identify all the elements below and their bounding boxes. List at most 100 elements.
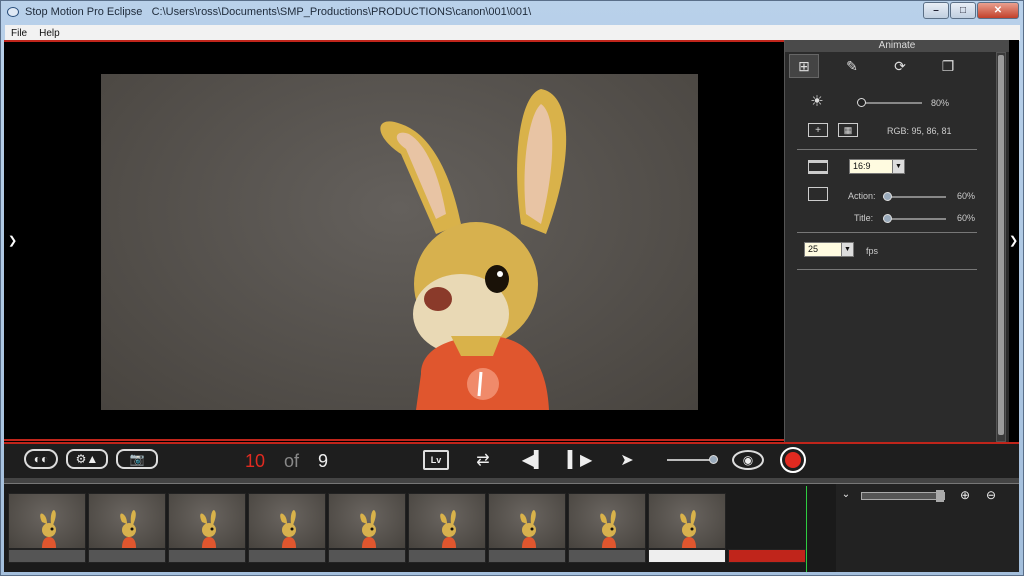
bunny-thumbnail-image	[120, 510, 136, 548]
grid-icon[interactable]: ▦	[838, 123, 858, 137]
title-bar: Stop Motion Pro Eclipse C:\Users\ross\Do…	[1, 1, 1023, 23]
letterbox-icon[interactable]	[808, 160, 828, 174]
toggle-swap-icon[interactable]: ⇄	[472, 450, 494, 470]
frame-thumbnail[interactable]	[328, 493, 406, 549]
frame-strip-cell[interactable]	[328, 549, 406, 563]
frame-current: 10	[245, 451, 266, 471]
fps-value: 25	[808, 244, 819, 254]
frame-strip-cell[interactable]	[648, 549, 726, 563]
menu-bar: File Help	[5, 25, 1020, 41]
left-collapse-arrow-icon[interactable]: ❯	[8, 234, 17, 247]
bunny-thumbnail-image	[520, 510, 536, 548]
top-red-line	[4, 40, 784, 42]
panel-divider-3	[797, 269, 977, 270]
app-icon[interactable]	[7, 7, 19, 17]
minimize-button[interactable]: –	[923, 2, 949, 19]
frame-strip-cell[interactable]	[8, 549, 86, 563]
menu-help[interactable]: Help	[33, 28, 66, 39]
step-forward-icon[interactable]: ▍▶	[568, 450, 593, 470]
frame-thumbnail[interactable]	[168, 493, 246, 549]
bunny-thumbnail-image	[680, 510, 696, 548]
live-view-image	[101, 74, 698, 410]
color-picker-icon[interactable]: +	[808, 123, 828, 137]
safe-area-icon[interactable]	[808, 187, 828, 201]
brightness-icon[interactable]: ☀	[808, 92, 826, 110]
preview-eye-icon[interactable]: ◉	[732, 450, 764, 470]
frame-strip-cell[interactable]	[168, 549, 246, 563]
step-back-icon[interactable]: ◀▍	[522, 450, 547, 470]
zoom-slider-thumb[interactable]	[936, 490, 944, 502]
live-view-button[interactable]: Lv	[423, 450, 449, 470]
frame-total: 9	[318, 451, 329, 471]
panel-title: Animate	[785, 40, 1009, 52]
maximize-button[interactable]: □	[950, 2, 976, 19]
brightness-slider[interactable]	[860, 102, 922, 104]
overlay-image-icon[interactable]: ⚙▲	[66, 449, 108, 469]
zoom-out-icon[interactable]: ⊖	[984, 488, 998, 502]
record-icon	[785, 452, 801, 468]
playback-speed-knob[interactable]	[709, 455, 718, 464]
frame-thumbnail[interactable]	[88, 493, 166, 549]
action-slider[interactable]	[883, 196, 946, 198]
frame-strip-cell[interactable]	[408, 549, 486, 563]
aspect-ratio-select[interactable]: 16:9 ▼	[849, 159, 905, 174]
frame-of-label: of	[284, 451, 300, 471]
zoom-slider[interactable]	[861, 492, 945, 500]
playhead-marker[interactable]	[806, 486, 807, 572]
action-value: 60%	[957, 191, 976, 201]
window-title: Stop Motion Pro Eclipse C:\Users\ross\Do…	[25, 6, 531, 18]
playback-speed-slider[interactable]	[667, 459, 713, 461]
right-collapse-arrow-icon[interactable]: ❯	[1009, 234, 1018, 247]
frame-strip-cell[interactable]	[568, 549, 646, 563]
title-slider-knob[interactable]	[883, 214, 892, 223]
frame-strip-cell[interactable]	[88, 549, 166, 563]
tab-clipboard-icon[interactable]: ❐	[933, 54, 963, 78]
bunny-puppet-image	[380, 89, 567, 410]
chevron-down-icon: ▼	[841, 243, 853, 256]
record-position-marker	[728, 549, 806, 563]
tab-brush-icon[interactable]: ✎	[837, 54, 867, 78]
frame-thumbnail[interactable]	[8, 493, 86, 549]
action-slider-knob[interactable]	[883, 192, 892, 201]
chevron-down-icon[interactable]: ⌄	[840, 488, 852, 500]
bunny-thumbnail-image	[40, 510, 56, 548]
play-cursor-icon[interactable]: ➤	[616, 450, 638, 470]
tab-refresh-icon[interactable]: ⟳	[885, 54, 915, 78]
frame-strip-cell[interactable]	[248, 549, 326, 563]
bunny-thumbnail-image	[280, 510, 296, 548]
title-value: 60%	[957, 213, 976, 223]
aspect-ratio-value: 16:9	[853, 161, 871, 171]
scrollbar-thumb[interactable]	[998, 55, 1004, 435]
record-button[interactable]	[780, 447, 806, 473]
panel-tabs: ⊞ ✎ ⟳ ❐	[789, 54, 963, 78]
bunny-thumbnail-image	[360, 510, 376, 548]
fps-select[interactable]: 25 ▼	[804, 242, 854, 257]
brightness-slider-knob[interactable]	[857, 98, 866, 107]
menu-file[interactable]: File	[5, 28, 33, 39]
bunny-thumbnail-image	[440, 510, 456, 548]
camera-settings-icon[interactable]: 📷	[116, 449, 158, 469]
onion-skin-icon[interactable]: ◐◐	[24, 449, 58, 469]
window-buttons: – □ ✕	[922, 2, 1019, 19]
panel-divider-1	[797, 149, 977, 150]
tab-add-frame-icon[interactable]: ⊞	[789, 54, 819, 78]
close-button[interactable]: ✕	[977, 2, 1019, 19]
bunny-thumbnail-image	[200, 510, 216, 548]
title-slider[interactable]	[883, 218, 946, 220]
capture-stage	[4, 43, 784, 439]
frame-thumbnail[interactable]	[568, 493, 646, 549]
file-path: C:\Users\ross\Documents\SMP_Productions\…	[151, 6, 532, 18]
title-label: Title:	[854, 213, 874, 223]
zoom-in-icon[interactable]: ⊕	[958, 488, 972, 502]
bunny-thumbnail-image	[600, 510, 616, 548]
rgb-readout: RGB: 95, 86, 81	[887, 126, 952, 136]
panel-scrollbar[interactable]	[996, 52, 1006, 442]
chevron-down-icon: ▼	[892, 160, 904, 173]
app-name: Stop Motion Pro Eclipse	[25, 6, 143, 18]
frame-thumbnail[interactable]	[248, 493, 326, 549]
frame-thumbnail[interactable]	[408, 493, 486, 549]
brightness-value: 80%	[931, 98, 950, 108]
frame-strip-cell[interactable]	[488, 549, 566, 563]
frame-thumbnail[interactable]	[488, 493, 566, 549]
frame-thumbnail[interactable]	[648, 493, 726, 549]
